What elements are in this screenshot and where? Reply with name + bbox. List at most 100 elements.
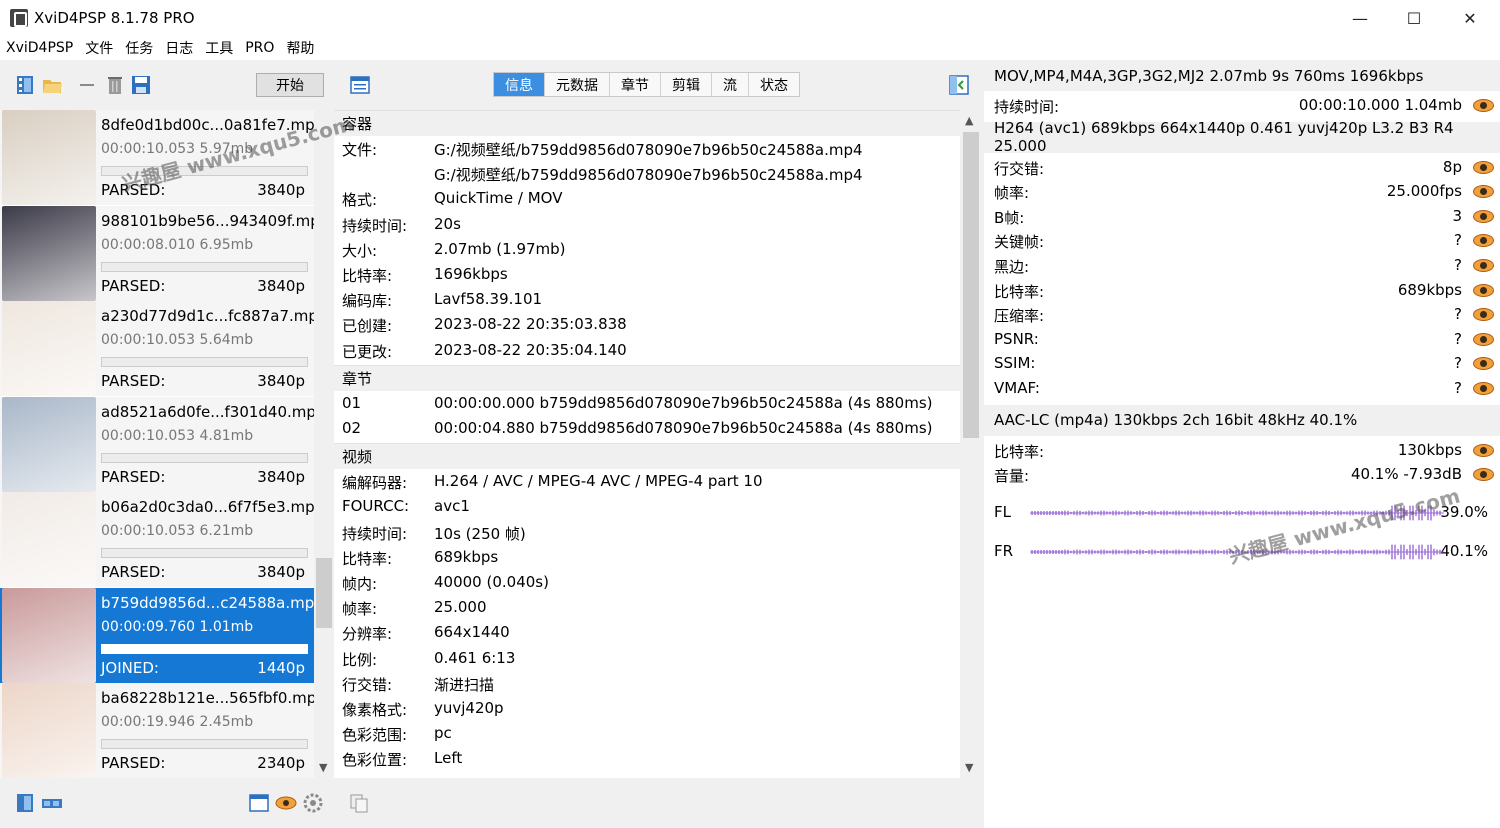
info-value: 2023-08-22 20:35:03.838 — [434, 315, 627, 334]
video-stat-row: 压缩率:? — [984, 303, 1500, 327]
stat-value: ? — [1454, 256, 1462, 274]
eye-icon[interactable] — [1473, 259, 1494, 272]
tab-status[interactable]: 状态 — [749, 73, 799, 96]
stat-value: 40.1% -7.93dB — [1350, 465, 1462, 484]
eye-icon[interactable] — [1473, 283, 1494, 297]
menu-help[interactable]: 帮助 — [286, 38, 314, 58]
eye-icon[interactable] — [1473, 443, 1494, 457]
info-scrollbar[interactable]: ▲ ▼ — [960, 110, 982, 778]
save-icon[interactable] — [130, 74, 152, 96]
film-icon[interactable] — [14, 74, 36, 96]
container-info-row: 文件: G:/视频壁纸/b759dd9856d078090e7b96b50c245… — [334, 136, 960, 161]
eye-icon[interactable] — [1473, 209, 1494, 223]
file-list-item[interactable]: a230d77d9d1c...fc887a7.mp4 00:00:10.053 5… — [0, 301, 314, 396]
file-list-item[interactable]: ba68228b121e...565fbf0.mp4 00:00:19.946 2… — [0, 683, 314, 778]
file-list[interactable]: 8dfe0d1bd00c...0a81fe7.mp4 00:00:10.053 5… — [0, 110, 314, 778]
video-stat-row: 关键帧:? — [984, 229, 1500, 253]
container-info-row: 比特率: 1696kbps — [334, 262, 960, 287]
eye-icon[interactable] — [1473, 357, 1494, 371]
info-scroll-thumb[interactable] — [963, 132, 979, 438]
scroll-down-icon[interactable]: ▼ — [319, 761, 327, 774]
info-value: Left — [434, 749, 463, 768]
menu-tools[interactable]: 工具 — [205, 38, 233, 58]
container-info-row: 大小: 2.07mb (1.97mb) — [334, 237, 960, 262]
list-view-icon[interactable] — [248, 792, 270, 814]
container-info-row: 编码库: Lavf58.39.101 — [334, 287, 960, 312]
info-tabs: 信息 元数据 章节 剪辑 流 状态 — [493, 72, 800, 97]
tab-info[interactable]: 信息 — [494, 73, 545, 96]
start-button[interactable]: 开始 — [256, 73, 324, 97]
tab-metadata[interactable]: 元数据 — [545, 73, 610, 96]
film-strip-icon[interactable] — [41, 792, 63, 814]
info-key: 持续时间: — [342, 216, 408, 235]
video-thumbnail — [2, 301, 96, 396]
info-value: 渐进扫描 — [434, 675, 495, 694]
list-view-icon[interactable] — [349, 74, 371, 96]
info-value: 40000 (0.040s) — [434, 573, 549, 591]
menu-pro[interactable]: PRO — [245, 40, 274, 56]
eye-icon[interactable] — [1473, 382, 1494, 395]
eye-icon[interactable] — [1473, 468, 1494, 482]
video-info-row: 编解码器: H.264 / AVC / MPEG-4 AVC / MPEG-4 p… — [334, 469, 960, 494]
scroll-down-icon[interactable]: ▼ — [965, 761, 973, 774]
file-duration-size: 00:00:09.760 1.01mb — [101, 618, 254, 635]
container-info-row: 已创建: 2023-08-22 20:35:03.838 — [334, 312, 960, 337]
file-progress-bar — [101, 643, 308, 654]
video-stat-row: 帧率: 25.000fps — [984, 180, 1500, 204]
panel-toggle-icon[interactable] — [948, 74, 970, 96]
menu-file[interactable]: 文件 — [85, 38, 113, 58]
eye-icon[interactable] — [1473, 332, 1494, 346]
video-stat-row: VMAF:? — [984, 377, 1500, 401]
file-list-scrollbar[interactable]: ▼ — [314, 110, 334, 778]
container-info-row: 格式: QuickTime / MOV — [334, 186, 960, 211]
tab-cut[interactable]: 剪辑 — [661, 73, 712, 96]
menu-app[interactable]: XviD4PSP — [6, 40, 73, 56]
gear-icon[interactable] — [302, 792, 324, 814]
eye-icon[interactable] — [1473, 185, 1494, 199]
tab-chapters[interactable]: 章节 — [610, 73, 661, 96]
stat-value: ? — [1454, 305, 1462, 324]
eye-icon[interactable] — [1473, 99, 1494, 112]
eye-icon[interactable] — [1473, 234, 1494, 248]
maximize-button[interactable]: ☐ — [1386, 0, 1442, 36]
info-value: 00:00:00.000 b759dd9856d078090e7b96b50c2… — [434, 393, 933, 412]
file-list-scroll-thumb[interactable] — [316, 558, 332, 628]
file-list-item[interactable]: ad8521a6d0fe...f301d40.mp4 00:00:10.053 4… — [0, 396, 314, 492]
stat-value: ? — [1454, 329, 1462, 348]
info-value: 25.000 — [434, 598, 487, 617]
menu-tasks[interactable]: 任务 — [125, 38, 153, 58]
file-list-item[interactable]: b06a2d0c3da0...6f7f5e3.mp4 00:00:10.053 6… — [0, 492, 314, 587]
eye-icon[interactable] — [1473, 160, 1494, 174]
folder-open-icon[interactable] — [41, 74, 63, 96]
file-name: b759dd9856d...c24588a.mp4 — [101, 593, 314, 612]
info-key: 像素格式: — [342, 701, 408, 719]
stat-key: PSNR: — [994, 329, 1039, 348]
video-stat-row: 行交错: 8p — [984, 156, 1500, 180]
close-button[interactable]: ✕ — [1442, 0, 1498, 36]
trash-icon[interactable] — [104, 74, 126, 96]
eye-icon[interactable] — [1473, 308, 1494, 322]
chapters-info-row: 02 00:00:04.880 b759dd9856d078090e7b96b50… — [334, 416, 960, 441]
scroll-up-icon[interactable]: ▲ — [965, 114, 973, 127]
info-value: 1696kbps — [434, 265, 508, 283]
eye-icon[interactable] — [275, 792, 297, 814]
container-info-row: G:/视频壁纸/b759dd9856d078090e7b96b50c24588a… — [334, 161, 960, 186]
stat-value: 8p — [1442, 157, 1462, 176]
copy-icon[interactable] — [348, 792, 370, 814]
stat-value: ? — [1454, 354, 1462, 373]
remove-icon[interactable] — [76, 74, 98, 96]
info-key: 帧率: — [342, 600, 378, 619]
file-list-item[interactable]: 988101b9be56...943409f.mp4 00:00:08.010 6… — [0, 205, 314, 301]
info-pane: 容器 文件: G:/视频壁纸/b759dd9856d078090e7b96b50c2… — [334, 110, 960, 778]
film-icon[interactable] — [14, 792, 36, 814]
container-section-header: 容器 — [334, 110, 960, 136]
file-duration-size: 00:00:19.946 2.45mb — [101, 714, 254, 730]
minimize-button[interactable]: — — [1332, 0, 1388, 36]
tab-streams[interactable]: 流 — [712, 73, 749, 96]
stat-key: SSIM: — [994, 354, 1036, 373]
file-list-item[interactable]: b759dd9856d...c24588a.mp4 00:00:09.760 1.… — [0, 587, 314, 683]
stat-key: 压缩率: — [994, 307, 1045, 326]
menu-log[interactable]: 日志 — [165, 38, 193, 58]
file-name: b06a2d0c3da0...6f7f5e3.mp4 — [101, 498, 314, 516]
info-key: 格式: — [342, 191, 378, 210]
